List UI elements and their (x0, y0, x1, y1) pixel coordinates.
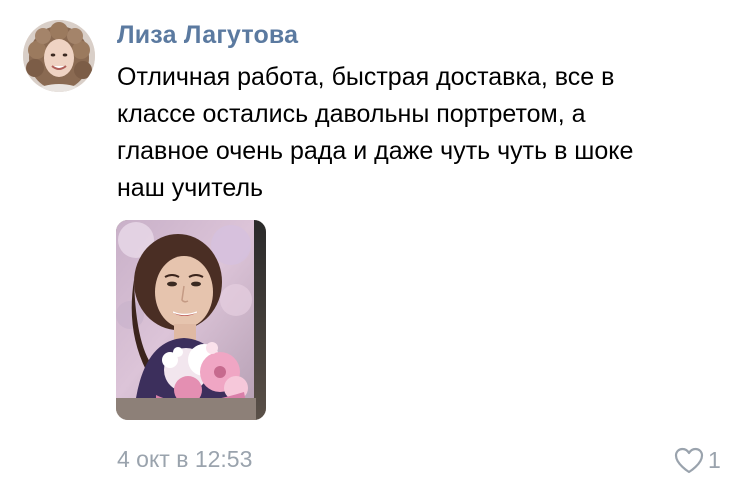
comment-text-line: наш учитель (117, 174, 264, 202)
heart-outline-icon (674, 447, 704, 474)
attached-photo[interactable] (116, 220, 266, 420)
portrait-painting-image (116, 220, 266, 420)
comment-text: Отличная работа, быстрая доставка, все в… (117, 59, 727, 207)
like-button[interactable]: 1 (673, 444, 721, 476)
author-name[interactable]: Лиза Лагутова (117, 21, 298, 50)
like-count: 1 (708, 446, 721, 473)
comment-text-line: Отличная работа, быстрая доставка, все в (117, 63, 615, 91)
comment-text-line: классе остались давольны портретом, а (117, 100, 586, 128)
avatar[interactable] (23, 20, 95, 92)
comment-text-line: главное очень рада и даже чуть чуть в шо… (117, 137, 634, 165)
comment-date[interactable]: 4 окт в 12:53 (117, 446, 252, 473)
comment-item: Лиза Лагутова Отличная работа, быстрая д… (0, 0, 750, 495)
avatar-image (23, 20, 95, 92)
